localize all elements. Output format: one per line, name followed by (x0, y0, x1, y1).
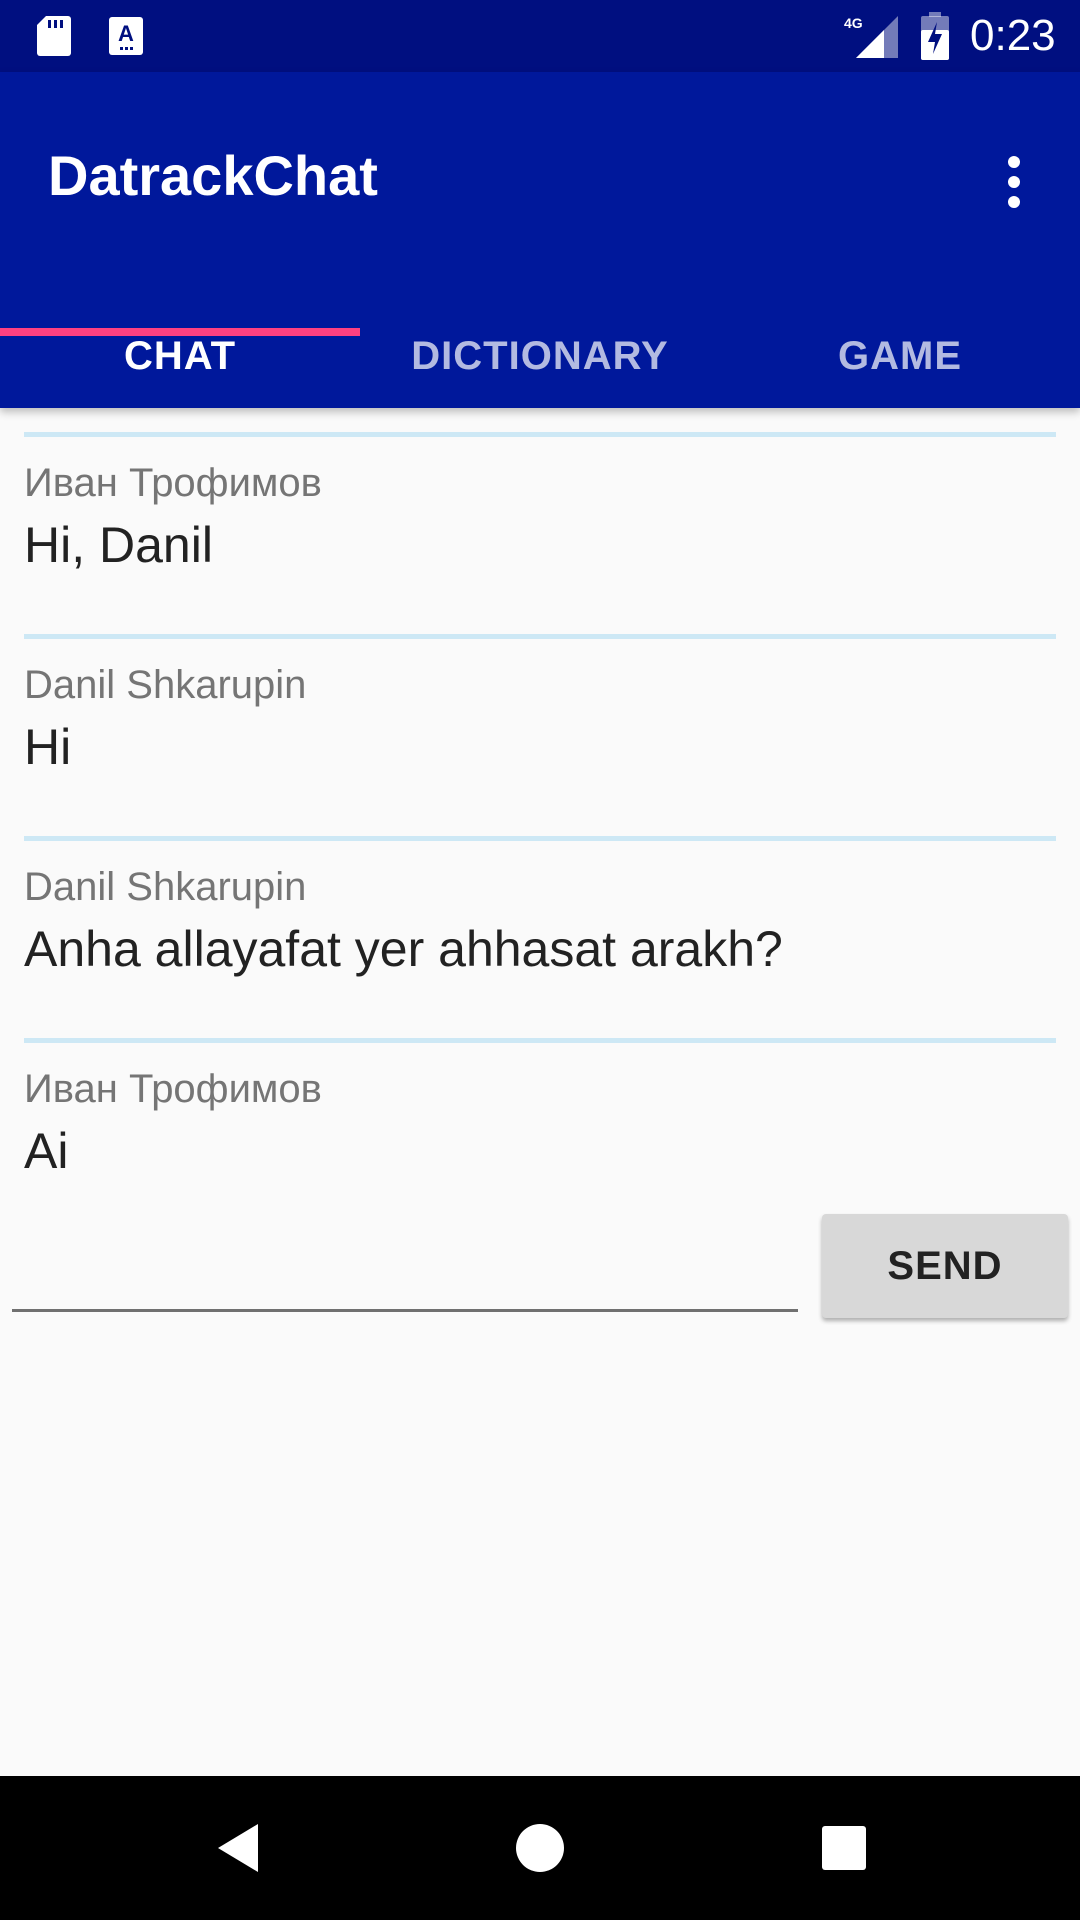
tab-chat[interactable]: CHAT (0, 304, 360, 408)
keyboard-a-icon: A (109, 17, 143, 55)
clock: 0:23 (970, 11, 1056, 60)
tab-bar: CHAT DICTIONARY GAME (0, 304, 1080, 408)
tab-game[interactable]: GAME (720, 304, 1080, 408)
message-text: Ai (24, 1123, 69, 1179)
app-bar: DatrackChat CHAT DICTIONARY GAME (0, 72, 1080, 408)
tab-dictionary[interactable]: DICTIONARY (360, 304, 720, 408)
message-author: Иван Трофимов (24, 1067, 322, 1111)
message-item: Иван Трофимов Hi, Danil (24, 432, 1056, 634)
battery-charging-icon (921, 12, 949, 60)
app-title: DatrackChat (48, 144, 378, 207)
message-text: Hi (24, 719, 72, 775)
message-author: Danil Shkarupin (24, 865, 307, 909)
network-type-label: 4G (844, 15, 863, 31)
recents-icon[interactable] (816, 1820, 872, 1876)
message-list: Иван Трофимов Hi, Danil Danil Shkarupin … (24, 432, 1056, 1240)
message-input[interactable] (12, 1210, 798, 1312)
svg-text:A: A (118, 21, 134, 46)
home-icon[interactable] (510, 1818, 570, 1878)
overflow-menu-icon[interactable] (990, 152, 1038, 216)
sd-card-icon (37, 16, 71, 56)
navigation-bar (0, 1776, 1080, 1920)
message-text: Anha allayafat yer ahhasat arakh? (24, 921, 783, 977)
send-button[interactable]: SEND (822, 1214, 1068, 1318)
signal-icon: 4G (844, 15, 898, 58)
message-author: Иван Трофимов (24, 461, 322, 505)
tab-indicator (0, 328, 360, 336)
app-screen: A 4G 0:23 DatrackChat CHAT DICTIONARY GA… (0, 0, 1080, 1920)
message-author: Danil Shkarupin (24, 663, 307, 707)
message-item: Danil Shkarupin Anha allayafat yer ahhas… (24, 836, 1056, 1038)
composer: SEND (12, 1210, 1068, 1330)
message-text: Hi, Danil (24, 517, 213, 573)
message-item: Danil Shkarupin Hi (24, 634, 1056, 836)
back-icon[interactable] (212, 1818, 272, 1878)
status-bar: A 4G 0:23 (0, 0, 1080, 72)
